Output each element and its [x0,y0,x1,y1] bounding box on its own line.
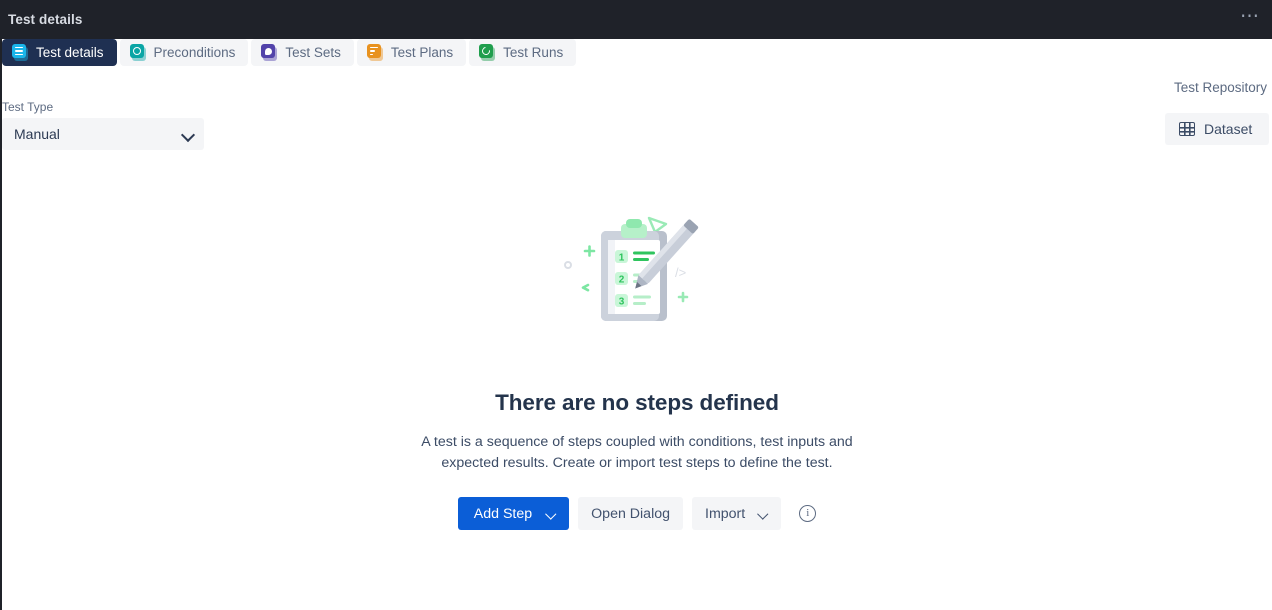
svg-text:/>: /> [675,265,686,280]
chevron-down-icon [546,509,556,519]
test-set-icon [261,44,278,61]
chevron-down-icon [182,128,194,140]
empty-state-title: There are no steps defined [495,390,779,415]
open-dialog-button[interactable]: Open Dialog [578,497,684,530]
tab-test-runs[interactable]: Test Runs [469,39,577,66]
tab-label: Test Runs [503,44,564,60]
chevron-down-icon [758,509,768,519]
tab-label: Test Sets [285,44,341,60]
test-type-field: Test Type Manual [2,101,204,150]
tab-preconditions[interactable]: Preconditions [119,39,249,66]
tab-test-details[interactable]: Test details [2,39,117,66]
grid-icon [1179,122,1195,136]
import-button[interactable]: Import [692,497,782,530]
tab-test-sets[interactable]: Test Sets [251,39,354,66]
test-type-label: Test Type [2,100,54,114]
page-title: Test details [8,12,83,27]
empty-state-description: A test is a sequence of steps coupled wi… [421,434,853,471]
tab-label: Test Plans [390,44,454,60]
tab-bar: Test details Preconditions Test Sets Tes… [2,39,1272,70]
empty-state-actions: Add Step Open Dialog Import i [457,497,817,530]
svg-text:2: 2 [619,275,625,286]
tab-test-plans[interactable]: Test Plans [356,39,467,66]
tab-label: Test details [36,44,104,60]
test-plan-icon [366,44,384,61]
dataset-button-label: Dataset [1204,121,1253,137]
more-options-icon[interactable]: ⋯ [1236,7,1264,30]
precondition-icon [129,44,147,61]
clipboard-checklist-pencil-illustration: /> 1 2 3 [564,216,699,321]
window-titlebar: Test details ⋯ [0,0,1272,39]
left-edge-rail [0,0,2,610]
tab-label: Preconditions [153,44,236,60]
svg-text:1: 1 [619,253,625,264]
test-repository-panel: Test Repository Dataset [1059,70,1269,145]
svg-text:3: 3 [619,297,625,308]
add-step-button[interactable]: Add Step [457,497,570,530]
test-type-select[interactable]: Manual [2,118,204,150]
test-details-page: Test details ⋯ Test details Precondition… [0,0,1272,610]
info-icon[interactable]: i [799,505,817,522]
add-step-label: Add Step [473,505,533,522]
test-run-icon [479,44,496,61]
list-icon [12,44,29,61]
content-area: Test Type Manual Test Repository Dataset [2,70,1272,610]
test-type-value: Manual [14,126,60,142]
empty-state: /> 1 2 3 There are no steps defined A te… [2,205,1272,530]
open-dialog-label: Open Dialog [591,505,671,522]
import-label: Import [705,505,746,522]
dataset-button[interactable]: Dataset [1165,113,1269,145]
test-repository-label: Test Repository [1173,80,1267,95]
